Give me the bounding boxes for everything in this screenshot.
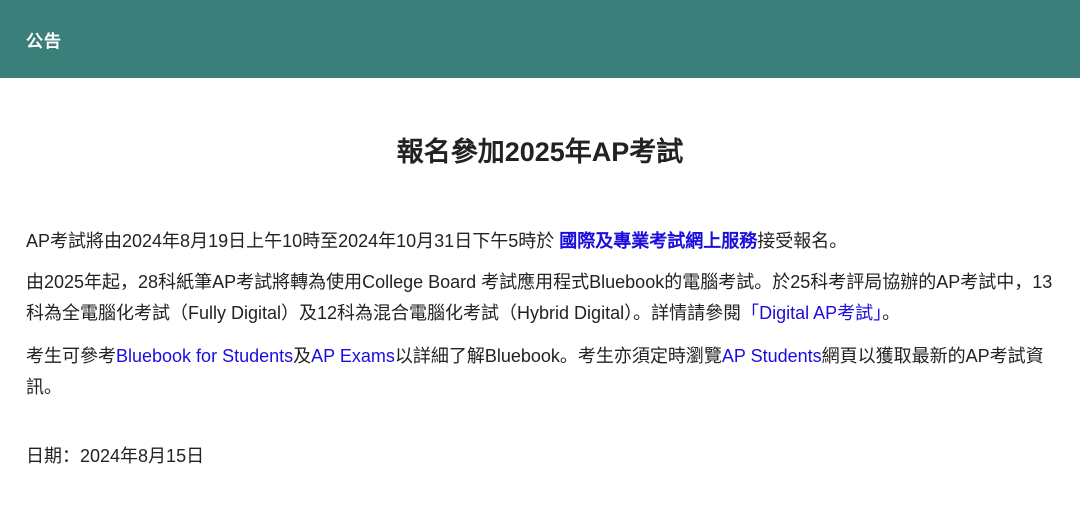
header-title: 公告 (26, 31, 62, 51)
online-services-link[interactable]: 國際及專業考試網上服務 (559, 231, 757, 251)
digital-ap-link[interactable]: 「Digital AP考試」 (741, 303, 882, 323)
bluebook-for-students-link[interactable]: Bluebook for Students (116, 346, 293, 366)
p2-text-after: 。 (882, 303, 901, 323)
p3-text-2: 及 (293, 346, 312, 366)
registration-paragraph: AP考試將由2024年8月19日上午10時至2024年10月31日下午5時於 國… (26, 226, 1054, 257)
digital-exam-paragraph: 由2025年起，28科紙筆AP考試將轉為使用College Board 考試應用… (26, 267, 1054, 329)
p3-text-1: 考生可參考 (26, 346, 116, 366)
announcement-header: 公告 (0, 0, 1080, 78)
p1-text-after: 接受報名。 (757, 231, 848, 251)
p3-text-3: 以詳細了解Bluebook。考生亦須定時瀏覽 (394, 346, 722, 366)
p1-text-before: AP考試將由2024年8月19日上午10時至2024年10月31日下午5時於 (26, 231, 560, 251)
page-title: 報名參加2025年AP考試 (396, 137, 684, 167)
announcement-content: 報名參加2025年AP考試 AP考試將由2024年8月19日上午10時至2024… (0, 130, 1080, 472)
ap-exams-link[interactable]: AP Exams (311, 346, 395, 366)
ap-students-link[interactable]: AP Students (722, 346, 822, 366)
bluebook-paragraph: 考生可參考Bluebook for Students及AP Exams以詳細了解… (26, 341, 1054, 403)
announcement-date: 日期：2024年8月15日 (26, 446, 205, 466)
